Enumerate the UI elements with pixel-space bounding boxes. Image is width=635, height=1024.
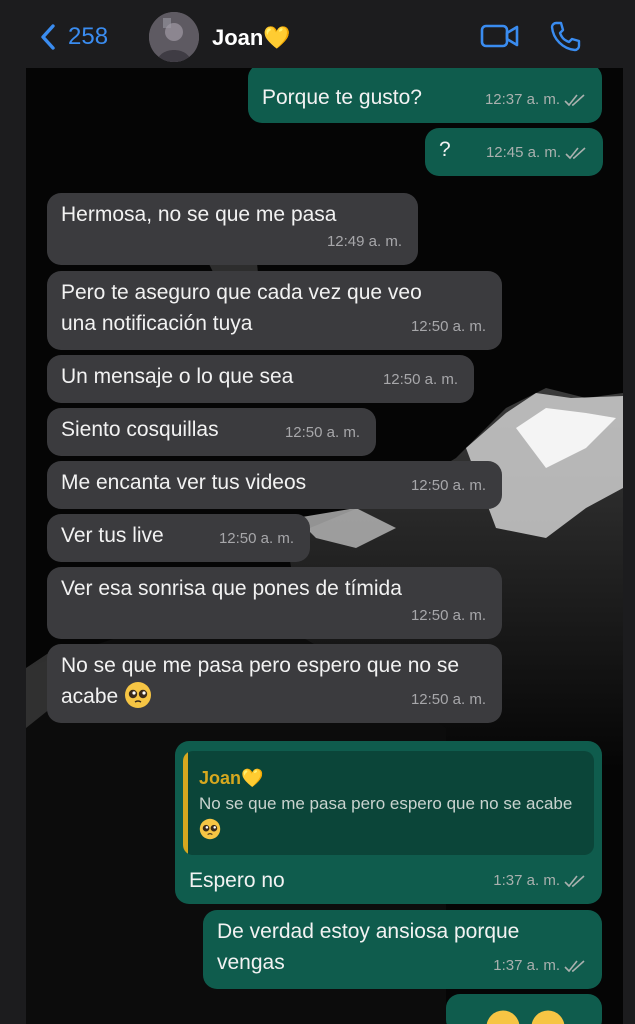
double-check-icon [564, 93, 585, 106]
message-text: No se que me pasa pero espero que no se … [61, 650, 462, 712]
message-bubble-incoming[interactable]: Me encanta ver tus videos 12:50 a. m. [47, 461, 502, 509]
message-bubble-incoming[interactable]: Hermosa, no se que me pasa 12:49 a. m. [47, 193, 418, 265]
phone-icon[interactable] [549, 20, 581, 52]
quote-author: Joan💛 [199, 768, 264, 788]
message-bubble-incoming[interactable]: Pero te aseguro que cada vez que veo una… [47, 271, 502, 350]
message-time: 12:45 a. m. [485, 144, 561, 161]
message-text: Pero te aseguro que cada vez que veo una… [61, 281, 422, 335]
pleading-face-icon [125, 682, 152, 708]
pleading-face-icon [199, 818, 221, 840]
message-time: 12:50 a. m. [410, 318, 486, 335]
quote-accent-bar [183, 751, 188, 855]
quote-text-content: No se que me pasa pero espero que no se … [199, 794, 573, 813]
message-time: 12:50 a. m. [218, 530, 294, 547]
message-time: 1:37 a. m. [493, 957, 560, 974]
message-meta: 12:45 a. m. [486, 137, 587, 168]
message-time: 12:49 a. m. [326, 233, 402, 250]
message-bubble-outgoing-emoji[interactable] [446, 994, 602, 1024]
message-time: 12:50 a. m. [284, 424, 360, 441]
message-bubble-incoming[interactable]: Siento cosquillas 12:50 a. m. [47, 408, 376, 456]
message-meta: 12:37 a. m. [485, 84, 586, 115]
double-check-icon [565, 146, 586, 159]
message-time: 12:50 a. m. [382, 371, 458, 388]
quoted-message[interactable]: Joan💛 No se que me pasa pero espero que … [183, 751, 594, 855]
message-time: 12:37 a. m. [484, 91, 560, 108]
video-call-icon[interactable] [480, 22, 520, 50]
message-bubble-outgoing[interactable]: De verdad estoy ansiosa porque vengas 1:… [203, 910, 602, 989]
quote-text: No se que me pasa pero espero que no se … [199, 791, 578, 843]
emoji-pair-partial-icon [486, 1010, 565, 1024]
avatar-image [149, 12, 199, 62]
double-check-icon [564, 874, 585, 887]
message-bubble-outgoing[interactable]: Porque te gusto? 12:37 a. m. [248, 64, 602, 123]
message-text-content: No se que me pasa pero espero que no se … [61, 654, 460, 708]
message-bubble-incoming[interactable]: Ver esa sonrisa que pones de tímida 12:5… [47, 567, 502, 639]
message-time: 12:50 a. m. [410, 691, 486, 708]
chevron-left-icon [41, 24, 55, 50]
message-bubble-outgoing-reply[interactable]: Joan💛 No se que me pasa pero espero que … [175, 741, 602, 904]
chat-header: 258 Joan💛 [0, 0, 635, 68]
right-margin [623, 0, 635, 1024]
contact-name[interactable]: Joan💛 [212, 25, 291, 51]
contact-avatar[interactable] [149, 12, 199, 62]
message-bubble-incoming[interactable]: No se que me pasa pero espero que no se … [47, 644, 502, 723]
message-time: 1:37 a. m. [493, 872, 560, 889]
double-check-icon [564, 959, 585, 972]
unread-count: 258 [68, 23, 109, 50]
message-meta: 1:37 a. m. [493, 950, 586, 981]
message-time: 12:50 a. m. [410, 607, 486, 624]
message-bubble-incoming[interactable]: Un mensaje o lo que sea 12:50 a. m. [47, 355, 474, 403]
back-button[interactable]: 258 [38, 22, 108, 52]
message-bubble-incoming[interactable]: Ver tus live 12:50 a. m. [47, 514, 310, 562]
message-time: 12:50 a. m. [410, 477, 486, 494]
left-margin [0, 0, 26, 1024]
message-bubble-outgoing[interactable]: ? 12:45 a. m. [425, 128, 603, 176]
message-meta: 1:37 a. m. [493, 865, 586, 896]
